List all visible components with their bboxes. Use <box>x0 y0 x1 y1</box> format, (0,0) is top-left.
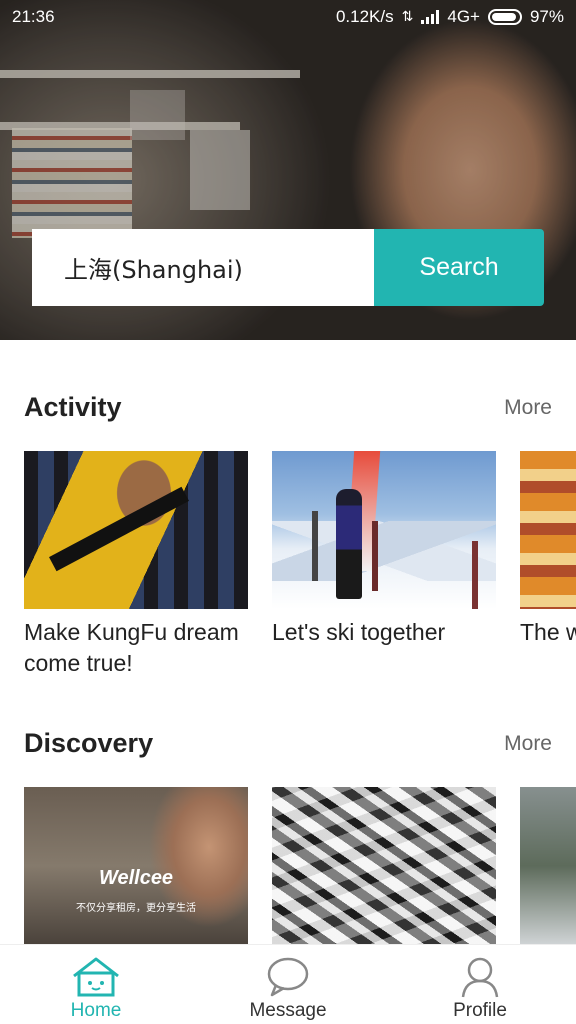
signal-icon <box>421 10 440 24</box>
activity-card-caption: Make KungFu dream come true! <box>24 619 239 676</box>
discovery-card-image: Wellcee 不仅分享租房，更分享生活 <box>24 787 248 944</box>
discovery-header: Discovery More <box>24 728 552 759</box>
search-button[interactable]: Search <box>374 229 544 306</box>
status-time: 21:36 <box>12 7 55 26</box>
activity-header: Activity More <box>24 392 552 423</box>
activity-more-link[interactable]: More <box>504 396 552 420</box>
message-icon <box>267 957 309 997</box>
data-transfer-icon: ⇅ <box>401 9 414 25</box>
tab-profile[interactable]: Profile <box>384 945 576 1024</box>
discovery-more-link[interactable]: More <box>504 732 552 756</box>
activity-card-caption: Let's ski together <box>272 619 446 645</box>
discovery-card[interactable] <box>272 787 496 944</box>
activity-card-caption: The we <box>520 619 576 645</box>
profile-icon <box>461 957 499 998</box>
tab-home[interactable]: Home <box>0 945 192 1024</box>
tab-message[interactable]: Message <box>192 945 384 1024</box>
discovery-card-image <box>520 787 576 944</box>
search-bar: 上海(Shanghai) Search <box>32 229 544 306</box>
activity-card-image <box>520 451 576 609</box>
tab-message-label: Message <box>249 1000 327 1021</box>
bottom-tab-bar: Home Message Profile <box>0 944 576 1024</box>
home-icon <box>73 957 119 997</box>
discovery-carousel[interactable]: Wellcee 不仅分享租房，更分享生活 <box>24 787 576 944</box>
activity-carousel[interactable]: Make KungFu dream come true! Let's ski t… <box>24 451 576 691</box>
city-search-input[interactable]: 上海(Shanghai) <box>32 229 374 306</box>
activity-card[interactable]: Let's ski together <box>272 451 496 648</box>
battery-icon <box>487 9 522 25</box>
discovery-title: Discovery <box>24 728 154 758</box>
activity-card-image <box>24 451 248 609</box>
network-type: 4G+ <box>447 7 480 26</box>
tab-profile-label: Profile <box>453 1000 507 1021</box>
wellcee-logo: Wellcee <box>98 867 174 889</box>
network-speed: 0.12K/s <box>335 7 394 26</box>
city-search-value: 上海(Shanghai) <box>64 256 243 284</box>
discovery-card[interactable] <box>520 787 576 944</box>
status-bar: 21:36 0.12K/s ⇅ 4G+ 97% <box>0 0 576 34</box>
discovery-card-image <box>272 787 496 944</box>
wellcee-slogan: 不仅分享租房，更分享生活 <box>76 903 196 914</box>
battery-level: 97% <box>529 7 564 26</box>
activity-card[interactable]: Make KungFu dream come true! <box>24 451 248 679</box>
search-button-label: Search <box>419 253 499 281</box>
tab-home-label: Home <box>70 1000 122 1021</box>
activity-title: Activity <box>24 392 122 422</box>
activity-card-image <box>272 451 496 609</box>
activity-card[interactable]: The we <box>520 451 576 648</box>
discovery-card[interactable]: Wellcee 不仅分享租房，更分享生活 <box>24 787 248 944</box>
